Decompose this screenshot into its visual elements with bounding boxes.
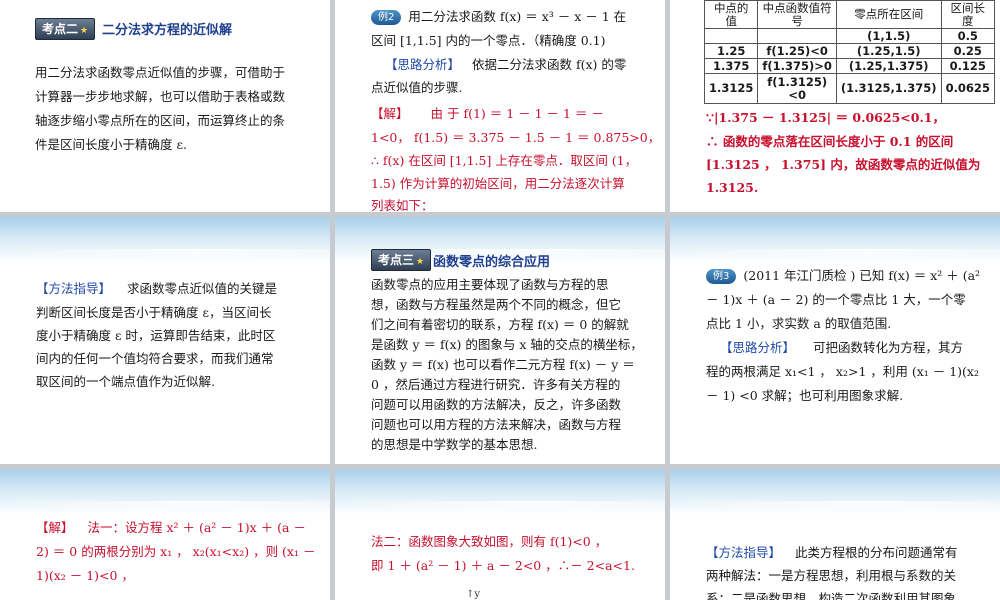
example-badge: 例3: [706, 269, 737, 284]
slide-header-band: [0, 217, 330, 263]
slide-8[interactable]: 法二：函数图象大致如图，则有 f(1)<0 ， 即 1 ＋ (a² － 1) ＋…: [335, 469, 665, 600]
body-line: 是函数 y ＝ f(x) 的图象与 x 轴的交点的横坐标，: [371, 337, 643, 352]
body-line: 函数零点的应用主要体现了函数与方程的思: [371, 277, 609, 292]
method-line: 判断区间长度是否小于精确度 ε，当区间长: [36, 305, 272, 320]
solution-line: 2) ＝ 0 的两根分别为 x₁ ， x₂(x₁<x₂) ，则 (x₁ －: [36, 544, 316, 559]
conclusion-line: ∵|1.375 － 1.3125| ＝ 0.0625<0.1，: [706, 110, 945, 125]
solution-line: 1<0， f(1.5) ＝ 3.375 － 1.5 － 1 ＝ 0.875>0，: [371, 130, 661, 145]
solution-label: 【解】: [371, 106, 409, 121]
slide-9[interactable]: 【方法指导】 此类方程根的分布问题通常有 两种解法：一是方程思想，利用根与系数的…: [670, 469, 1000, 600]
table-row: 1.375 f(1.375)>0 (1.25,1.375) 0.125: [703, 58, 995, 74]
analysis-line: 点近似值的步骤.: [371, 80, 463, 95]
body-line: 计算器一步步地求解，也可以借助于表格或数: [35, 89, 286, 104]
method-line: 【方法指导】 求函数零点近似值的关键是: [36, 281, 278, 296]
slide-4[interactable]: 【方法指导】 求函数零点近似值的关键是 判断区间长度是否小于精确度 ε，当区间长…: [0, 217, 330, 464]
method-line: 两种解法：一是方程思想，利用根与系数的关: [706, 568, 957, 583]
solution-line: 【解】 由 于 f(1) ＝ 1 － 1 － 1 ＝ －: [371, 106, 604, 121]
example-badge: 例2: [371, 10, 402, 25]
slide-header-band: [0, 469, 330, 515]
topic-badge: 考点二 ★: [35, 18, 96, 40]
analysis-line: 程的两根满足 x₁<1 ， x₂>1 ，利用 (x₁ － 1)(x₂: [706, 364, 979, 379]
table-row: 1.3125 f(1.3125)<0 (1.3125,1.375) 0.0625: [703, 73, 995, 104]
analysis-line: 【思路分析】 依据二分法求函数 f(x) 的零: [385, 57, 627, 72]
slide-2[interactable]: 例2 用二分法求函数 f(x) ＝ x³ － x － 1 在 区间 [1,1.5…: [335, 0, 665, 212]
method-line: 间内的任何一个值均符合要求，而我们通常: [36, 351, 274, 366]
table-header: 中点的值: [703, 0, 759, 29]
body-line: 轴逐步缩小零点所在的区间，而运算终止的条: [35, 113, 286, 128]
solution-label: 【解】: [36, 520, 74, 535]
topic-badge: 考点三 ★: [371, 249, 432, 271]
analysis-line: － 1) <0 求解；也可利用图象求解.: [706, 388, 904, 403]
table-row: 1.25 f(1.25)<0 (1.25,1.5) 0.25: [703, 43, 995, 59]
slide-5[interactable]: 考点三 ★ 函数零点的综合应用 函数零点的应用主要体现了函数与方程的思 想，函数与…: [335, 217, 665, 464]
body-line: 0 ，然后通过方程进行研究．许多有关方程的: [371, 377, 621, 392]
body-line: 问题可以用函数的方法解决，反之，许多函数: [371, 397, 622, 412]
solution-line: 1.5) 作为计算的初始区间，用二分法逐次计算: [371, 176, 625, 191]
slide-header-band: [670, 217, 1000, 263]
method-label: 【方法指导】: [706, 545, 782, 560]
analysis-line: 【思路分析】 可把函数转化为方程，其方: [720, 340, 964, 355]
example-line: 例3 (2011 年江门质检 ) 已知 f(x) ＝ x² ＋ (a²: [706, 265, 980, 286]
solution-line: 【解】 法一：设方程 x² ＋ (a² － 1)x ＋ (a －: [36, 520, 306, 535]
method-line: 【方法指导】 此类方程根的分布问题通常有: [706, 545, 958, 560]
solution-line: 1)(x₂ － 1)<0 ，: [36, 568, 134, 583]
method-line: 取区间的一个端点值作为近似解.: [36, 374, 215, 389]
bisection-table: 中点的值 中点函数值符号 零点所在区间 区间长度 (1,1.5) 0.5 1.2…: [703, 0, 995, 104]
analysis-label: 【思路分析】: [385, 57, 461, 72]
slide-header-band: [670, 469, 1000, 515]
solution-line: 即 1 ＋ (a² － 1) ＋ a － 2<0 ，∴－ 2<a<1.: [371, 558, 635, 573]
body-line: 们之间有着密切的联系，方程 f(x) ＝ 0 的解就: [371, 317, 629, 332]
table-header: 区间长度: [940, 0, 995, 29]
section-title: 二分法求方程的近似解: [102, 23, 233, 38]
conclusion-line: 1.3125.: [706, 180, 759, 195]
star-icon: ★: [416, 257, 425, 267]
solution-line: 列表如下：: [371, 198, 434, 212]
body-line: 件是区间长度小于精确度 ε.: [35, 137, 187, 152]
method-line: 系；二是函数思想，构造二次函数利用其图象: [706, 591, 957, 600]
slide-6[interactable]: 例3 (2011 年江门质检 ) 已知 f(x) ＝ x² ＋ (a² － 1)…: [670, 217, 1000, 464]
solution-line: ∴ f(x) 在区间 [1,1.5] 上存在零点．取区间 (1，: [371, 153, 638, 168]
body-line: 问题也可以用方程的方法来解决，函数与方程: [371, 417, 622, 432]
method-label: 【方法指导】: [36, 281, 112, 296]
body-line: 想，函数与方程虽然是两个不同的概念，但它: [371, 297, 622, 312]
conclusion-line: ∴ 函数的零点落在区间长度小于 0.1 的区间: [706, 134, 954, 149]
table-header: 零点所在区间: [835, 0, 942, 29]
conclusion-line: [1.3125 ， 1.375] 内，故函数零点的近似值为: [706, 157, 981, 172]
example-line: 点比 1 小，求实数 a 的取值范围.: [706, 316, 892, 331]
slide-3[interactable]: 中点的值 中点函数值符号 零点所在区间 区间长度 (1,1.5) 0.5 1.2…: [670, 0, 1000, 212]
slide-7[interactable]: 【解】 法一：设方程 x² ＋ (a² － 1)x ＋ (a － 2) ＝ 0 …: [0, 469, 330, 600]
example-line: － 1)x ＋ (a － 2) 的一个零点比 1 大，一个零: [706, 292, 966, 307]
method-line: 度小于精确度 ε 时，运算即告结束，此时区: [36, 328, 276, 343]
section-title: 函数零点的综合应用: [433, 255, 551, 270]
slide-header-band: [335, 469, 665, 515]
star-icon: ★: [80, 26, 89, 36]
table-header: 中点函数值符号: [757, 0, 837, 29]
graph-y-axis-label: ↑y: [466, 589, 481, 600]
table-row: (1,1.5) 0.5: [703, 28, 995, 44]
example-line: 例2 用二分法求函数 f(x) ＝ x³ － x － 1 在: [371, 6, 626, 27]
example-line: 区间 [1,1.5] 内的一个零点．（精确度 0.1): [371, 33, 606, 48]
table-header-row: 中点的值 中点函数值符号 零点所在区间 区间长度: [703, 0, 995, 29]
body-line: 的思想是中学数学的基本思想.: [371, 437, 538, 452]
body-line: 函数 y ＝ f(x) 也可以看作二元方程 f(x) － y ＝: [371, 357, 635, 372]
slide-1[interactable]: 考点二 ★ 二分法求方程的近似解 用二分法求函数零点近似值的步骤，可借助于 计算器…: [0, 0, 330, 212]
analysis-label: 【思路分析】: [720, 340, 796, 355]
body-line: 用二分法求函数零点近似值的步骤，可借助于: [35, 65, 286, 80]
solution-line: 法二：函数图象大致如图，则有 f(1)<0 ，: [371, 534, 608, 549]
